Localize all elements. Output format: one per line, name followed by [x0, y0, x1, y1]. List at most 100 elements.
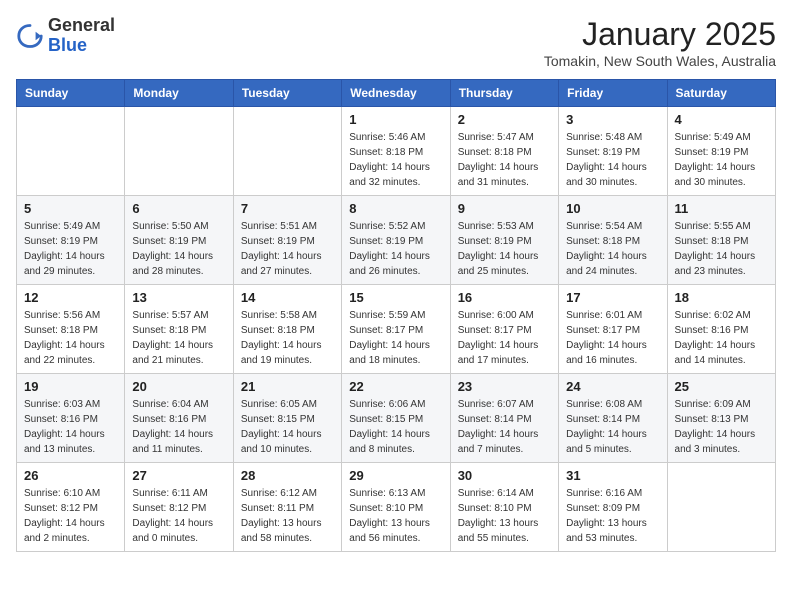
calendar-cell: 14 Sunrise: 5:58 AM Sunset: 8:18 PM Dayli… — [233, 285, 341, 374]
day-info: Sunrise: 5:57 AM Sunset: 8:18 PM Dayligh… — [132, 308, 225, 368]
day-info: Sunrise: 5:51 AM Sunset: 8:19 PM Dayligh… — [241, 219, 334, 279]
location-title: Tomakin, New South Wales, Australia — [544, 53, 776, 69]
day-number: 16 — [458, 290, 551, 305]
calendar-cell: 12 Sunrise: 5:56 AM Sunset: 8:18 PM Dayli… — [17, 285, 125, 374]
calendar-cell: 26 Sunrise: 6:10 AM Sunset: 8:12 PM Dayli… — [17, 463, 125, 552]
calendar-cell: 2 Sunrise: 5:47 AM Sunset: 8:18 PM Daylig… — [450, 107, 558, 196]
day-number: 19 — [24, 379, 117, 394]
calendar-cell — [125, 107, 233, 196]
calendar-cell: 29 Sunrise: 6:13 AM Sunset: 8:10 PM Dayli… — [342, 463, 450, 552]
day-info: Sunrise: 5:48 AM Sunset: 8:19 PM Dayligh… — [566, 130, 659, 190]
day-number: 23 — [458, 379, 551, 394]
calendar-week-row: 26 Sunrise: 6:10 AM Sunset: 8:12 PM Dayli… — [17, 463, 776, 552]
day-number: 24 — [566, 379, 659, 394]
day-info: Sunrise: 5:56 AM Sunset: 8:18 PM Dayligh… — [24, 308, 117, 368]
day-info: Sunrise: 5:52 AM Sunset: 8:19 PM Dayligh… — [349, 219, 442, 279]
calendar-cell: 31Sunrise: 6:16 AM Sunset: 8:09 PM Dayli… — [559, 463, 667, 552]
page-header: General Blue January 2025 Tomakin, New S… — [16, 16, 776, 69]
calendar-cell: 5 Sunrise: 5:49 AM Sunset: 8:19 PM Daylig… — [17, 196, 125, 285]
day-number: 25 — [675, 379, 768, 394]
day-number: 1 — [349, 112, 442, 127]
day-number: 22 — [349, 379, 442, 394]
day-number: 3 — [566, 112, 659, 127]
day-number: 5 — [24, 201, 117, 216]
day-number: 14 — [241, 290, 334, 305]
calendar-cell: 25Sunrise: 6:09 AM Sunset: 8:13 PM Dayli… — [667, 374, 775, 463]
calendar-cell: 30 Sunrise: 6:14 AM Sunset: 8:10 PM Dayli… — [450, 463, 558, 552]
calendar-cell: 28Sunrise: 6:12 AM Sunset: 8:11 PM Dayli… — [233, 463, 341, 552]
calendar-week-row: 5 Sunrise: 5:49 AM Sunset: 8:19 PM Daylig… — [17, 196, 776, 285]
calendar-cell: 11 Sunrise: 5:55 AM Sunset: 8:18 PM Dayli… — [667, 196, 775, 285]
calendar-cell — [667, 463, 775, 552]
calendar-week-row: 19 Sunrise: 6:03 AM Sunset: 8:16 PM Dayli… — [17, 374, 776, 463]
day-info: Sunrise: 5:59 AM Sunset: 8:17 PM Dayligh… — [349, 308, 442, 368]
day-info: Sunrise: 6:12 AM Sunset: 8:11 PM Dayligh… — [241, 486, 334, 546]
day-info: Sunrise: 6:14 AM Sunset: 8:10 PM Dayligh… — [458, 486, 551, 546]
day-number: 20 — [132, 379, 225, 394]
day-info: Sunrise: 6:05 AM Sunset: 8:15 PM Dayligh… — [241, 397, 334, 457]
day-info: Sunrise: 6:10 AM Sunset: 8:12 PM Dayligh… — [24, 486, 117, 546]
weekday-header: Monday — [125, 80, 233, 107]
day-info: Sunrise: 6:06 AM Sunset: 8:15 PM Dayligh… — [349, 397, 442, 457]
day-number: 12 — [24, 290, 117, 305]
calendar-cell — [233, 107, 341, 196]
day-number: 29 — [349, 468, 442, 483]
day-number: 2 — [458, 112, 551, 127]
calendar-header-row: SundayMondayTuesdayWednesdayThursdayFrid… — [17, 80, 776, 107]
calendar-cell: 9 Sunrise: 5:53 AM Sunset: 8:19 PM Daylig… — [450, 196, 558, 285]
day-info: Sunrise: 6:04 AM Sunset: 8:16 PM Dayligh… — [132, 397, 225, 457]
logo-text: General Blue — [48, 16, 115, 56]
day-info: Sunrise: 5:54 AM Sunset: 8:18 PM Dayligh… — [566, 219, 659, 279]
day-number: 27 — [132, 468, 225, 483]
calendar-week-row: 12 Sunrise: 5:56 AM Sunset: 8:18 PM Dayli… — [17, 285, 776, 374]
day-info: Sunrise: 6:13 AM Sunset: 8:10 PM Dayligh… — [349, 486, 442, 546]
calendar-cell: 20 Sunrise: 6:04 AM Sunset: 8:16 PM Dayli… — [125, 374, 233, 463]
day-number: 15 — [349, 290, 442, 305]
day-number: 11 — [675, 201, 768, 216]
day-info: Sunrise: 6:03 AM Sunset: 8:16 PM Dayligh… — [24, 397, 117, 457]
day-info: Sunrise: 5:49 AM Sunset: 8:19 PM Dayligh… — [24, 219, 117, 279]
day-info: Sunrise: 6:02 AM Sunset: 8:16 PM Dayligh… — [675, 308, 768, 368]
day-number: 8 — [349, 201, 442, 216]
day-number: 4 — [675, 112, 768, 127]
day-info: Sunrise: 5:55 AM Sunset: 8:18 PM Dayligh… — [675, 219, 768, 279]
day-number: 7 — [241, 201, 334, 216]
day-info: Sunrise: 6:08 AM Sunset: 8:14 PM Dayligh… — [566, 397, 659, 457]
day-info: Sunrise: 5:47 AM Sunset: 8:18 PM Dayligh… — [458, 130, 551, 190]
day-number: 18 — [675, 290, 768, 305]
calendar-cell: 24 Sunrise: 6:08 AM Sunset: 8:14 PM Dayli… — [559, 374, 667, 463]
calendar-cell: 7 Sunrise: 5:51 AM Sunset: 8:19 PM Daylig… — [233, 196, 341, 285]
weekday-header: Thursday — [450, 80, 558, 107]
weekday-header: Saturday — [667, 80, 775, 107]
calendar-week-row: 1 Sunrise: 5:46 AM Sunset: 8:18 PM Daylig… — [17, 107, 776, 196]
calendar-cell: 4 Sunrise: 5:49 AM Sunset: 8:19 PM Daylig… — [667, 107, 775, 196]
day-info: Sunrise: 6:11 AM Sunset: 8:12 PM Dayligh… — [132, 486, 225, 546]
day-number: 30 — [458, 468, 551, 483]
calendar-cell: 13 Sunrise: 5:57 AM Sunset: 8:18 PM Dayli… — [125, 285, 233, 374]
day-number: 26 — [24, 468, 117, 483]
calendar-cell: 3 Sunrise: 5:48 AM Sunset: 8:19 PM Daylig… — [559, 107, 667, 196]
calendar-cell: 23 Sunrise: 6:07 AM Sunset: 8:14 PM Dayli… — [450, 374, 558, 463]
calendar-cell: 16 Sunrise: 6:00 AM Sunset: 8:17 PM Dayli… — [450, 285, 558, 374]
day-info: Sunrise: 6:07 AM Sunset: 8:14 PM Dayligh… — [458, 397, 551, 457]
day-info: Sunrise: 5:50 AM Sunset: 8:19 PM Dayligh… — [132, 219, 225, 279]
day-info: Sunrise: 5:49 AM Sunset: 8:19 PM Dayligh… — [675, 130, 768, 190]
weekday-header: Wednesday — [342, 80, 450, 107]
day-number: 9 — [458, 201, 551, 216]
day-info: Sunrise: 6:00 AM Sunset: 8:17 PM Dayligh… — [458, 308, 551, 368]
logo-icon — [16, 22, 44, 50]
weekday-header: Sunday — [17, 80, 125, 107]
weekday-header: Friday — [559, 80, 667, 107]
calendar-cell: 21Sunrise: 6:05 AM Sunset: 8:15 PM Dayli… — [233, 374, 341, 463]
calendar-cell: 8 Sunrise: 5:52 AM Sunset: 8:19 PM Daylig… — [342, 196, 450, 285]
calendar-cell: 27 Sunrise: 6:11 AM Sunset: 8:12 PM Dayli… — [125, 463, 233, 552]
calendar-cell: 18 Sunrise: 6:02 AM Sunset: 8:16 PM Dayli… — [667, 285, 775, 374]
calendar-cell: 1 Sunrise: 5:46 AM Sunset: 8:18 PM Daylig… — [342, 107, 450, 196]
logo: General Blue — [16, 16, 115, 56]
calendar-cell: 10Sunrise: 5:54 AM Sunset: 8:18 PM Dayli… — [559, 196, 667, 285]
day-number: 13 — [132, 290, 225, 305]
day-info: Sunrise: 5:53 AM Sunset: 8:19 PM Dayligh… — [458, 219, 551, 279]
day-info: Sunrise: 5:46 AM Sunset: 8:18 PM Dayligh… — [349, 130, 442, 190]
day-info: Sunrise: 5:58 AM Sunset: 8:18 PM Dayligh… — [241, 308, 334, 368]
calendar-cell: 6Sunrise: 5:50 AM Sunset: 8:19 PM Daylig… — [125, 196, 233, 285]
